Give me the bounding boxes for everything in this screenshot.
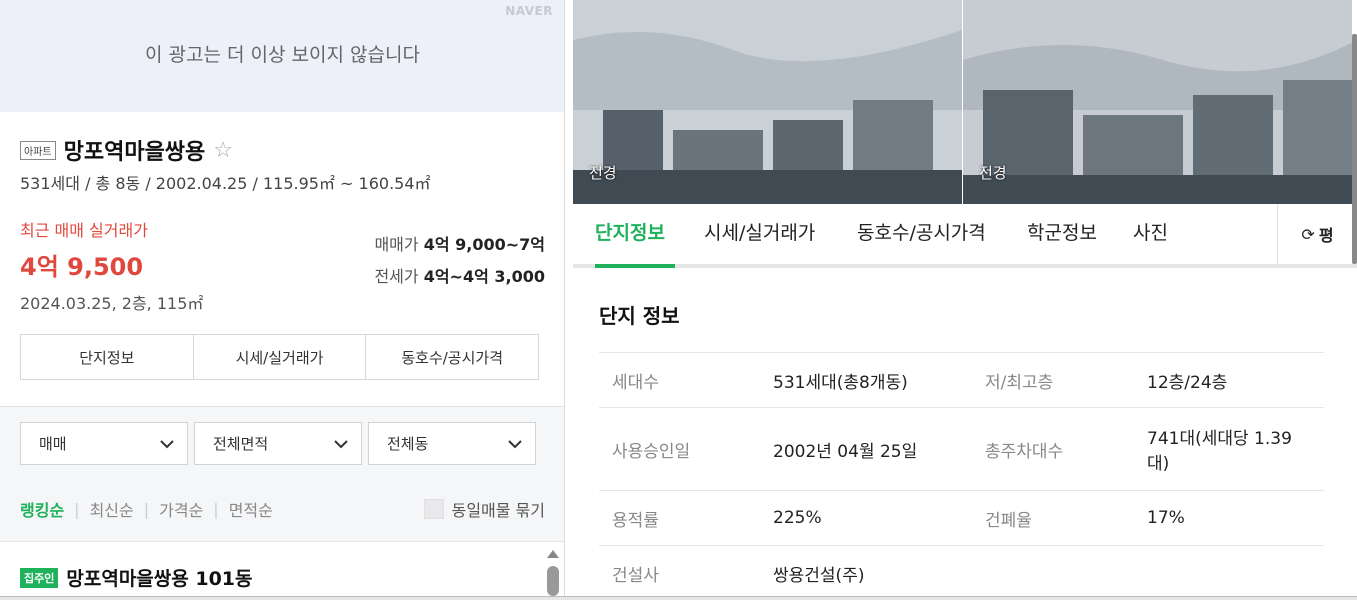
table-row: 건설사 쌍용건설(주) xyxy=(599,545,1324,600)
group-same-listings[interactable]: 동일매물 묶기 xyxy=(423,497,545,521)
complex-photo[interactable]: 전경 xyxy=(963,0,1352,204)
chevron-down-icon xyxy=(508,439,522,448)
ad-brand: NAVER xyxy=(505,4,553,18)
favorite-star-icon[interactable]: ☆ xyxy=(213,138,233,163)
photo-image xyxy=(573,0,962,204)
info-key: 건폐율 xyxy=(972,490,1134,546)
left-tab-complex-info[interactable]: 단지정보 xyxy=(21,335,194,379)
table-row: 세대수 531세대(총8개동) 저/최고층 12층/24층 xyxy=(599,352,1324,408)
info-key: 용적률 xyxy=(599,490,760,546)
area-value: 전체면적 xyxy=(213,435,269,453)
photo-strip: 전경 전경 xyxy=(573,0,1357,204)
area-select[interactable]: 전체면적 xyxy=(194,422,362,465)
table-row: 사용승인일 2002년 04월 25일 총주차대수 741대(세대당 1.39대… xyxy=(599,407,1324,491)
info-key: 총주차대수 xyxy=(972,407,1134,491)
sort-divider: | xyxy=(74,499,80,519)
complex-summary: 531세대 / 총 8동 / 2002.04.25 / 115.95㎡ ~ 16… xyxy=(20,174,431,193)
property-type-badge: 아파트 xyxy=(20,140,56,160)
sort-divider: | xyxy=(213,499,219,519)
complex-info-section: 단지 정보 세대수 531세대(총8개동) 저/최고층 12층/24층 사용승인… xyxy=(599,300,1324,600)
info-value: 741대(세대당 1.39대) xyxy=(1134,407,1324,491)
ad-message: 이 광고는 더 이상 보이지 않습니다 xyxy=(145,44,420,66)
area-unit-label: 평 xyxy=(1318,226,1334,245)
info-value: 225% xyxy=(760,490,972,546)
bottom-divider xyxy=(0,596,1357,600)
listing-item[interactable]: 집주인 망포역마을쌍용 101동 xyxy=(0,541,564,600)
complex-photo[interactable]: 전경 xyxy=(573,0,962,204)
tab-photos[interactable]: 사진 xyxy=(1133,218,1168,245)
sale-price-label: 매매가 xyxy=(374,235,419,254)
dong-select[interactable]: 전체동 xyxy=(368,422,536,465)
group-checkbox[interactable] xyxy=(423,499,444,519)
info-key: 사용승인일 xyxy=(599,407,760,491)
owner-badge: 집주인 xyxy=(20,567,59,588)
info-value: 531세대(총8개동) xyxy=(760,352,972,408)
area-unit-toggle[interactable]: ⟳ 평 xyxy=(1277,204,1357,264)
info-key xyxy=(972,545,1134,600)
chevron-down-icon xyxy=(334,439,348,448)
active-tab-indicator xyxy=(595,264,675,268)
trade-type-select[interactable]: 매매 xyxy=(20,422,188,465)
sort-latest[interactable]: 최신순 xyxy=(90,497,134,521)
sort-options: 랭킹순 | 최신순 | 가격순 | 면적순 동일매물 묶기 xyxy=(20,497,545,521)
scroll-up-arrow-icon[interactable] xyxy=(547,550,559,558)
complex-header: 아파트 망포역마을쌍용 ☆ 531세대 / 총 8동 / 2002.04.25 … xyxy=(20,134,545,194)
refresh-icon: ⟳ xyxy=(1301,224,1315,244)
right-tab-bar: 단지정보 시세/실거래가 동호수/공시가격 학군정보 사진 ⟳ 평 xyxy=(573,204,1357,268)
section-title: 단지 정보 xyxy=(599,304,680,328)
ad-banner: NAVER 이 광고는 더 이상 보이지 않습니다 xyxy=(0,0,564,112)
info-value: 2002년 04월 25일 xyxy=(760,407,972,491)
photo-caption: 전경 xyxy=(589,164,617,182)
info-key: 저/최고층 xyxy=(972,352,1134,408)
sort-area[interactable]: 면적순 xyxy=(229,497,273,521)
trade-type-value: 매매 xyxy=(39,435,67,453)
page-scrollbar[interactable] xyxy=(1352,34,1357,264)
sale-price-range: 4억 9,000~7억 xyxy=(423,235,545,254)
right-panel: 전경 전경 단지정보 시세/실거래가 동호수/공시가격 학군정보 사진 ⟳ 평 xyxy=(573,0,1357,600)
sort-ranking[interactable]: 랭킹순 xyxy=(20,497,64,521)
photo-image xyxy=(963,0,1352,204)
info-value: 17% xyxy=(1134,490,1324,546)
price-ranges: 매매가 4억 9,000~7억 전세가 4억~4억 3,000 xyxy=(374,231,545,295)
sort-divider: | xyxy=(143,499,150,519)
sort-price[interactable]: 가격순 xyxy=(159,497,203,521)
jeonse-price-range: 4억~4억 3,000 xyxy=(423,267,545,286)
left-panel: NAVER 이 광고는 더 이상 보이지 않습니다 아파트 망포역마을쌍용 ☆ … xyxy=(0,0,565,600)
info-value xyxy=(1134,545,1324,600)
recent-trade: 최근 매매 실거래가 4억 9,500 2024.03.25, 2층, 115㎡… xyxy=(20,217,545,313)
chevron-down-icon xyxy=(160,439,174,448)
dong-value: 전체동 xyxy=(387,435,429,453)
jeonse-price-label: 전세가 xyxy=(374,267,419,286)
left-tab-unit[interactable]: 동호수/공시가격 xyxy=(366,335,538,379)
table-row: 용적률 225% 건폐율 17% xyxy=(599,490,1324,546)
group-label: 동일매물 묶기 xyxy=(451,501,545,520)
complex-name: 망포역마을쌍용 xyxy=(63,140,206,165)
info-key: 세대수 xyxy=(599,352,760,408)
info-value: 쌍용건설(주) xyxy=(760,545,972,600)
photo-caption: 전경 xyxy=(979,164,1007,182)
info-value: 12층/24층 xyxy=(1134,352,1324,408)
tab-unit-price[interactable]: 동호수/공시가격 xyxy=(857,218,986,245)
info-table: 세대수 531세대(총8개동) 저/최고층 12층/24층 사용승인일 2002… xyxy=(599,352,1324,600)
left-tab-price[interactable]: 시세/실거래가 xyxy=(194,335,367,379)
info-key: 건설사 xyxy=(599,545,760,600)
list-scrollbar-thumb[interactable] xyxy=(547,566,559,596)
left-tab-bar: 단지정보 시세/실거래가 동호수/공시가격 xyxy=(20,334,539,380)
tab-school[interactable]: 학군정보 xyxy=(1027,218,1097,245)
tab-complex-info[interactable]: 단지정보 xyxy=(595,218,665,245)
listing-title: 망포역마을쌍용 101동 xyxy=(66,568,253,590)
tab-price[interactable]: 시세/실거래가 xyxy=(704,218,815,245)
